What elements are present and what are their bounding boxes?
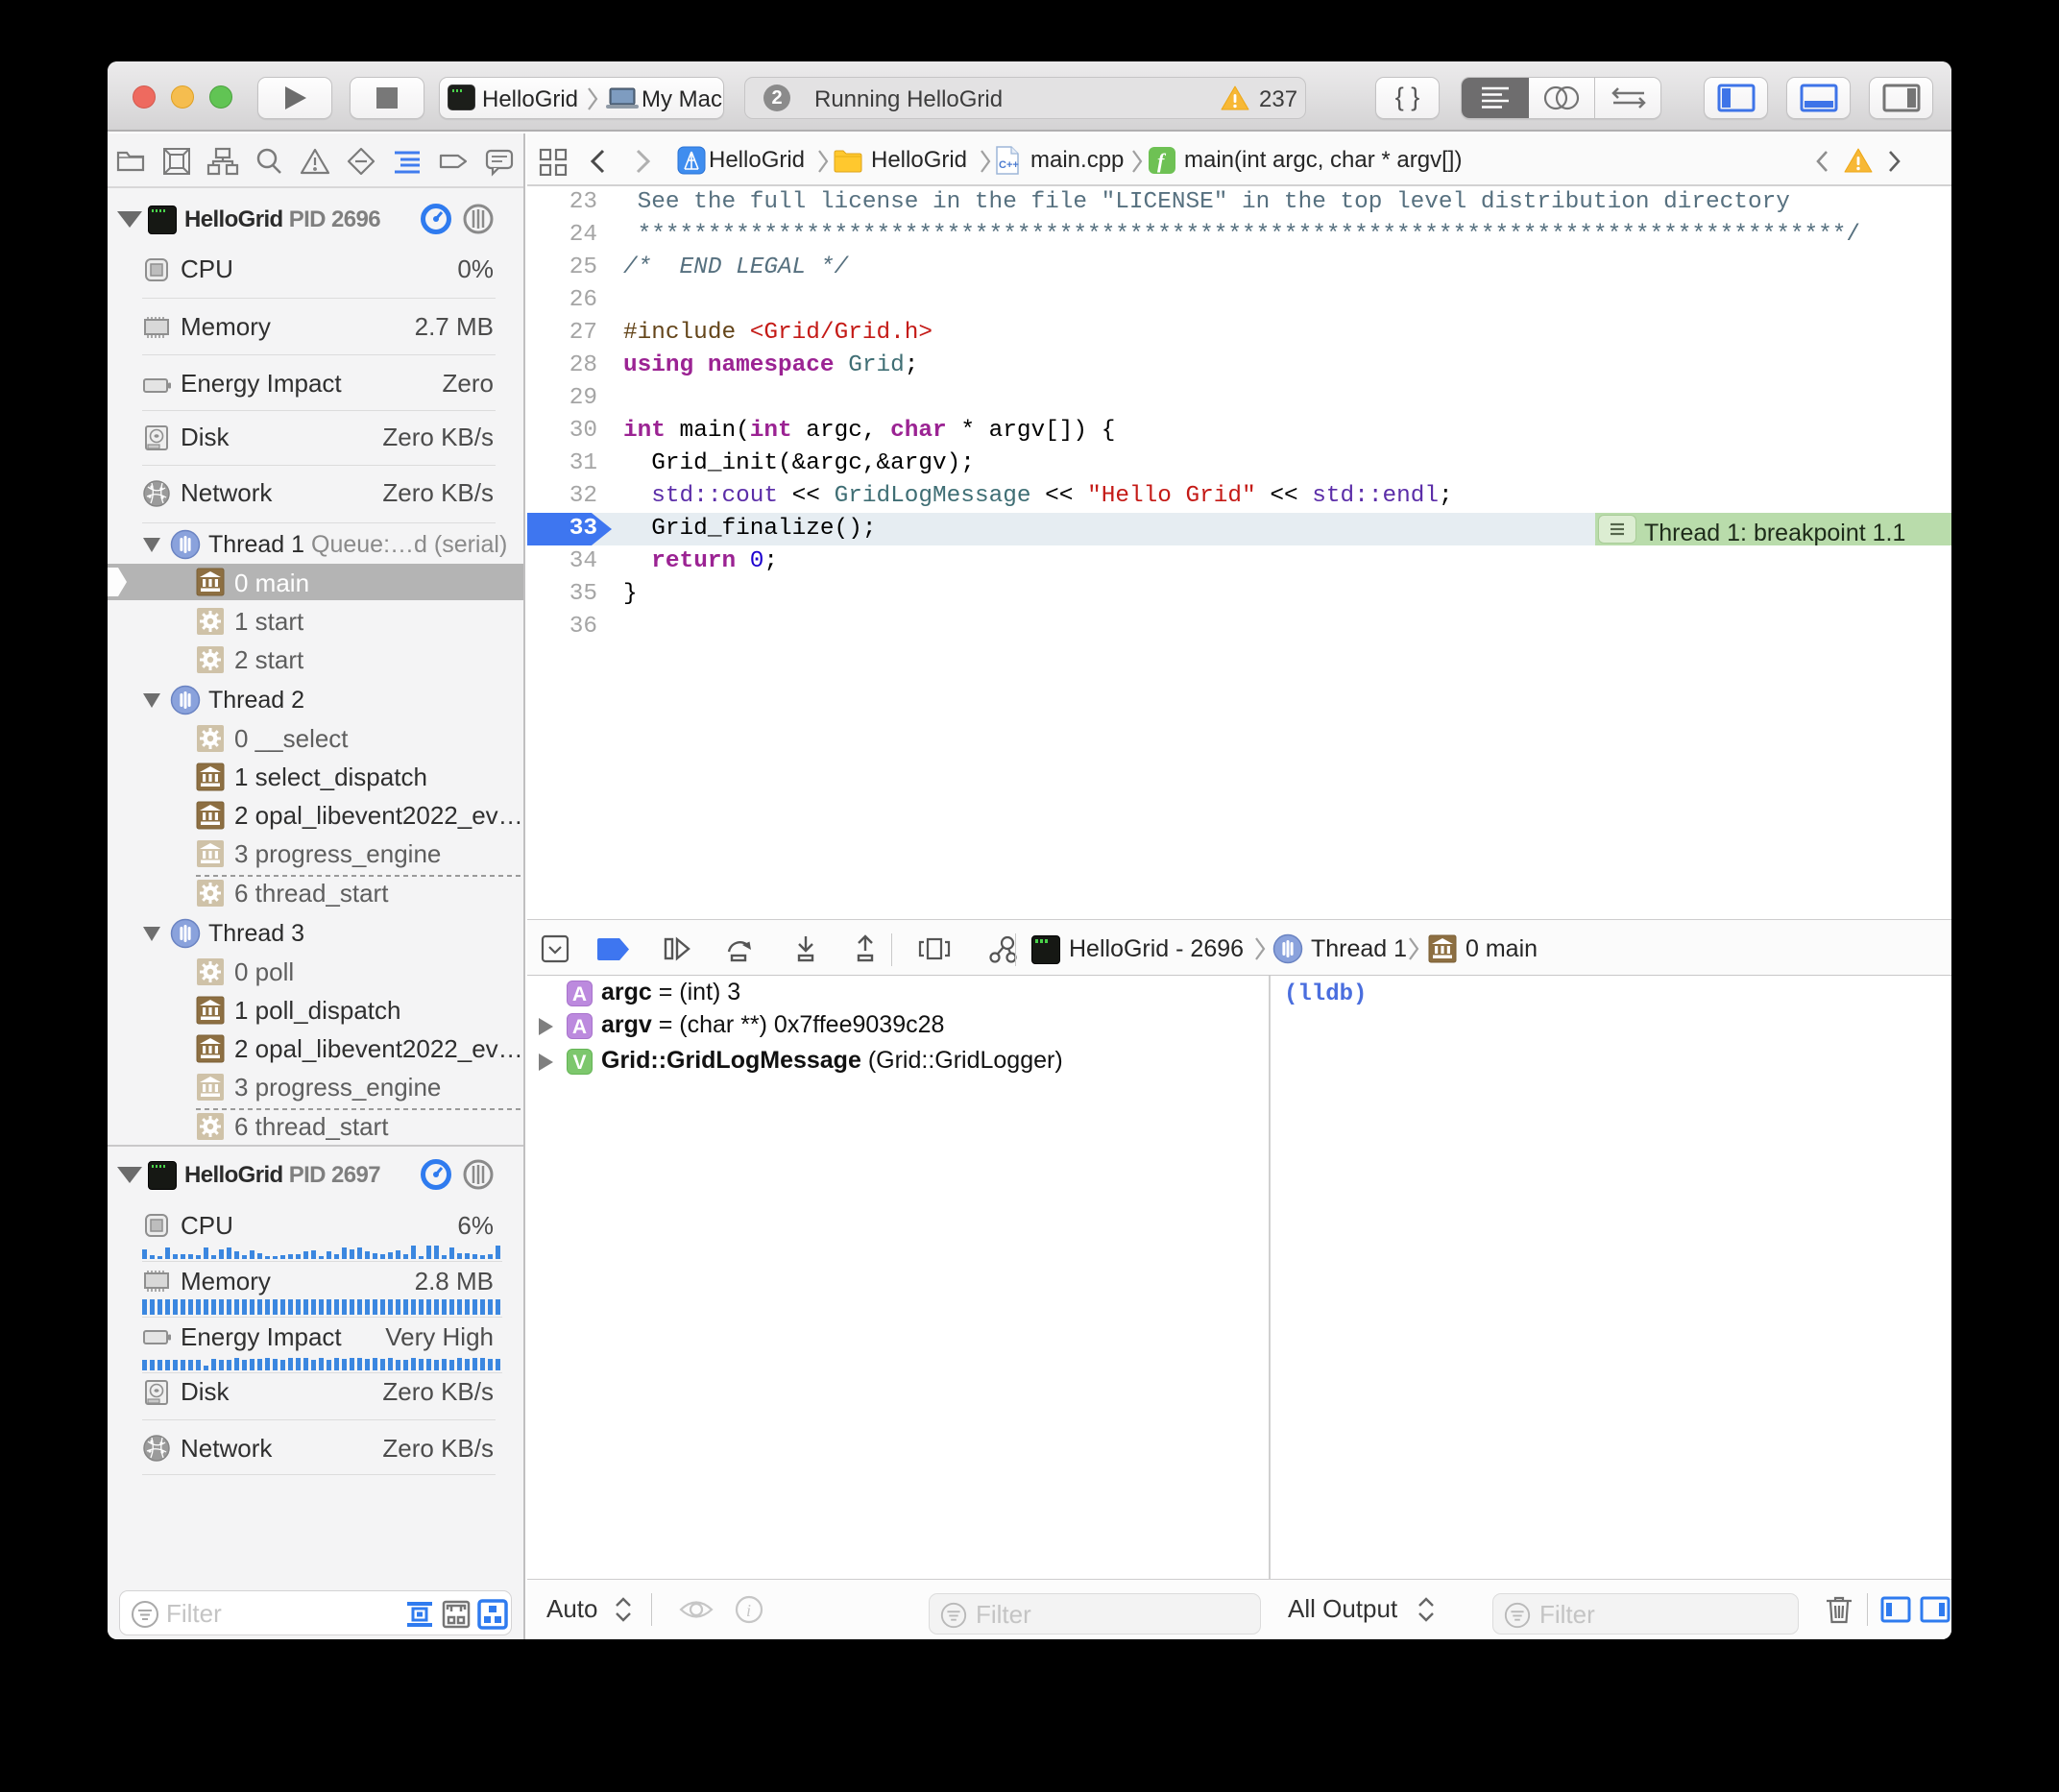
svg-text:i: i [746, 1601, 751, 1620]
svg-text:C++: C++ [999, 159, 1019, 171]
